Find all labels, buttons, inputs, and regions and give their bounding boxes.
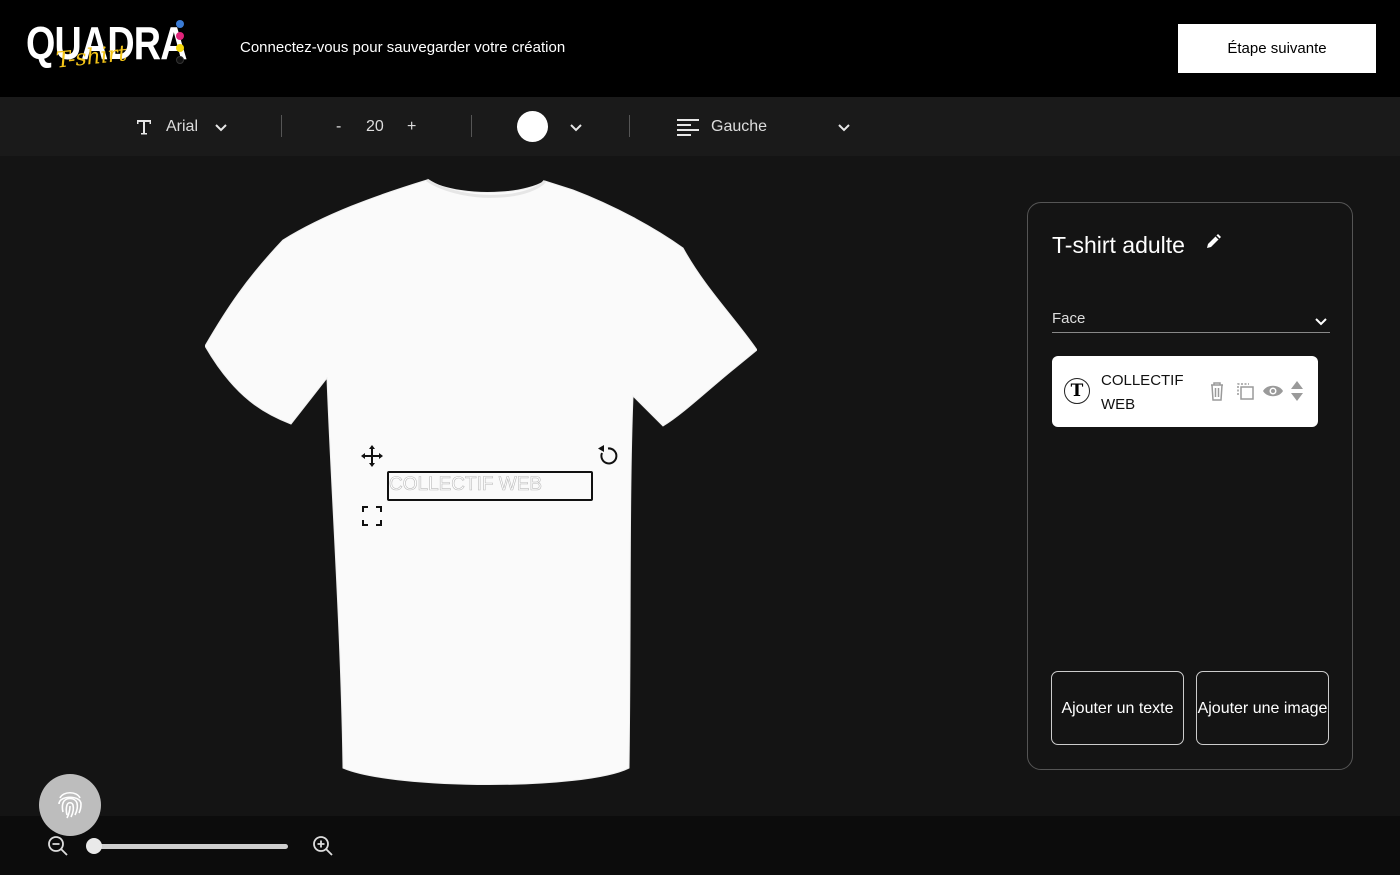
align-left-icon xyxy=(676,117,700,137)
reorder-arrows-icon[interactable] xyxy=(1290,380,1304,402)
trash-icon[interactable] xyxy=(1206,380,1228,402)
zoom-in-icon[interactable] xyxy=(312,835,334,857)
layer-actions xyxy=(1206,380,1304,402)
next-step-button[interactable]: Étape suivante xyxy=(1178,24,1376,73)
font-size-value[interactable]: 20 xyxy=(366,97,384,156)
text-t-icon xyxy=(134,117,154,137)
fingerprint-button[interactable] xyxy=(39,774,101,836)
divider xyxy=(281,115,282,137)
text-t-icon: T xyxy=(1064,378,1090,404)
side-select[interactable]: Face xyxy=(1052,310,1330,333)
font-size-increase-button[interactable]: + xyxy=(407,97,416,156)
logo-dot-blue xyxy=(176,20,184,28)
logo-dot-magenta xyxy=(176,32,184,40)
product-panel: T-shirt adulte Face T COLLECTIF WEB Ajou… xyxy=(1027,202,1353,770)
zoom-slider-thumb[interactable] xyxy=(85,838,102,854)
resize-icon[interactable] xyxy=(360,504,384,528)
font-family-label: Arial xyxy=(166,117,199,135)
header: QUADRA T-shirt Connectez-vous pour sauve… xyxy=(0,0,1400,97)
login-message[interactable]: Connectez-vous pour sauvegarder votre cr… xyxy=(240,39,565,56)
color-swatch xyxy=(517,111,548,142)
alignment-label: Gauche xyxy=(711,117,768,135)
layer-item[interactable]: T COLLECTIF WEB xyxy=(1052,356,1318,427)
chevron-down-icon xyxy=(837,120,851,134)
text-toolbar: Arial - 20 + Gauche xyxy=(0,97,1400,156)
chevron-down-icon xyxy=(214,120,228,134)
font-size-decrease-button[interactable]: - xyxy=(336,97,341,156)
add-text-button[interactable]: Ajouter un texte xyxy=(1051,671,1184,745)
chevron-down-icon xyxy=(569,120,583,134)
duplicate-icon[interactable] xyxy=(1234,380,1256,402)
canvas-text-element[interactable]: COLLECTIF WEB xyxy=(389,474,543,496)
product-title: T-shirt adulte xyxy=(1052,232,1185,258)
logo-dot-black xyxy=(176,56,184,64)
font-size-label: 20 xyxy=(366,117,384,135)
divider xyxy=(629,115,630,137)
plus-label: + xyxy=(407,117,417,135)
side-select-label: Face xyxy=(1052,310,1086,327)
divider xyxy=(471,115,472,137)
move-icon[interactable] xyxy=(360,444,384,468)
logo-dots xyxy=(176,20,186,68)
pencil-icon[interactable] xyxy=(1204,231,1224,251)
rotate-icon[interactable] xyxy=(596,444,620,468)
zoom-slider-track[interactable] xyxy=(90,844,288,849)
chevron-down-icon xyxy=(1314,314,1328,328)
logo-dot-yellow xyxy=(176,44,184,52)
fingerprint-icon xyxy=(53,786,87,825)
logo[interactable]: QUADRA T-shirt xyxy=(26,16,191,76)
alignment-select[interactable]: Gauche xyxy=(676,97,851,156)
font-family-select[interactable]: Arial xyxy=(134,97,228,156)
layer-name: COLLECTIF WEB xyxy=(1101,372,1184,413)
minus-label: - xyxy=(336,117,342,135)
eye-icon[interactable] xyxy=(1262,380,1284,402)
color-picker[interactable] xyxy=(517,97,583,156)
zoom-out-icon[interactable] xyxy=(47,835,69,857)
add-image-button[interactable]: Ajouter une image xyxy=(1196,671,1329,745)
